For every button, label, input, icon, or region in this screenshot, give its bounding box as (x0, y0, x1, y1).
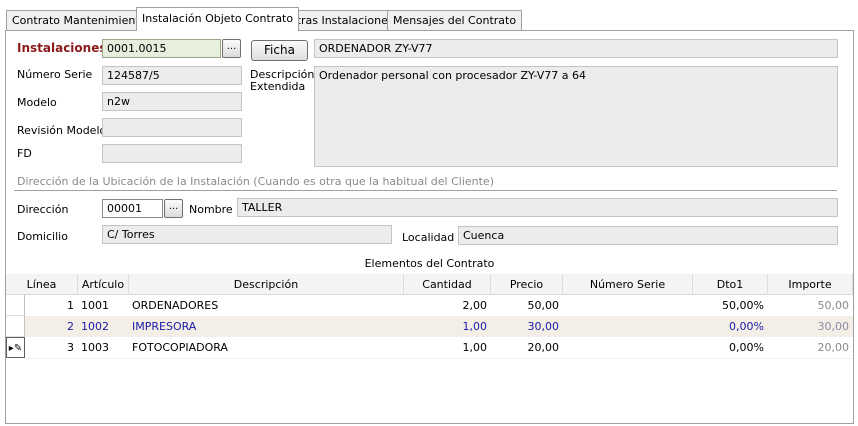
cell-importe: 30,00 (817, 320, 850, 333)
cell-articulo: 1003 (81, 341, 109, 354)
row-indicator[interactable] (6, 316, 25, 337)
modelo-input[interactable]: n2w (102, 92, 242, 111)
row-divider (25, 358, 853, 359)
fd-label: FD (17, 147, 32, 160)
cell-articulo: 1001 (81, 299, 109, 312)
cell-precio: 50,00 (527, 299, 560, 312)
nombre-input[interactable]: TALLER (237, 198, 838, 217)
tab-instalacion-objeto-contrato[interactable]: Instalación Objeto Contrato (136, 7, 300, 31)
col-dto1[interactable]: Dto1 (693, 274, 768, 295)
cell-numero-serie (563, 316, 693, 337)
cell-importe: 20,00 (817, 341, 850, 354)
descripcion-label-2: Extendida (250, 80, 306, 93)
cell-descripcion: IMPRESORA (132, 320, 197, 333)
cell-importe: 50,00 (817, 299, 850, 312)
cell-cantidad: 1,00 (462, 320, 488, 333)
numero-serie-label: Número Serie (17, 68, 93, 81)
cell-linea: 2 (67, 320, 74, 333)
col-importe[interactable]: Importe (768, 274, 853, 295)
direccion-input[interactable]: 00001 (102, 199, 163, 218)
cell-precio: 30,00 (527, 320, 560, 333)
cell-numero-serie (563, 295, 693, 316)
localidad-input[interactable]: Cuenca (458, 226, 838, 245)
section-divider (14, 190, 837, 191)
ficha-button[interactable]: Ficha (251, 40, 308, 61)
cell-cantidad: 2,00 (462, 299, 488, 312)
tab-contrato-mantenimiento[interactable]: Contrato Mantenimiento (6, 10, 153, 30)
instalaciones-input[interactable]: 0001.0015 (102, 39, 221, 58)
revision-modelo-label: Revisión Modelo (17, 124, 107, 137)
cell-numero-serie (563, 337, 693, 358)
table-row[interactable]: 1 1001 ORDENADORES 2,00 50,00 50,00% 50,… (6, 295, 853, 316)
table-row[interactable]: ▸✎ 3 1003 FOTOCOPIADORA 1,00 20,00 0,00%… (6, 337, 853, 358)
cell-linea: 1 (67, 299, 74, 312)
localidad-label: Localidad (402, 231, 455, 244)
row-indicator[interactable] (6, 295, 25, 316)
cell-articulo: 1002 (81, 320, 109, 333)
descripcion-extendida-textarea[interactable]: Ordenador personal con procesador ZY-V77… (314, 66, 838, 167)
col-descripcion[interactable]: Descripción (129, 274, 404, 295)
ubicacion-section-title: Dirección de la Ubicación de la Instalac… (17, 175, 494, 188)
cell-linea: 3 (67, 341, 74, 354)
edit-row-indicator-icon[interactable]: ▸✎ (6, 337, 25, 358)
modelo-label: Modelo (17, 96, 57, 109)
fd-input[interactable] (102, 144, 242, 163)
cell-dto1: 50,00% (722, 299, 764, 312)
direccion-lookup-button[interactable]: ... (164, 199, 183, 218)
revision-modelo-input[interactable] (102, 118, 242, 137)
cell-dto1: 0,00% (729, 320, 764, 333)
table-row[interactable]: 2 1002 IMPRESORA 1,00 30,00 0,00% 30,00 (6, 316, 853, 337)
cell-cantidad: 1,00 (462, 341, 488, 354)
grid-header: Línea Artículo Descripción Cantidad Prec… (6, 274, 853, 295)
numero-serie-input[interactable]: 124587/5 (102, 66, 242, 85)
col-cantidad[interactable]: Cantidad (404, 274, 491, 295)
nombre-label: Nombre (189, 203, 233, 216)
cell-precio: 20,00 (527, 341, 560, 354)
col-precio[interactable]: Precio (491, 274, 563, 295)
col-articulo[interactable]: Artículo (78, 274, 129, 295)
col-numero-serie[interactable]: Número Serie (563, 274, 693, 295)
tab-otras-instalaciones[interactable]: Otras Instalaciones (282, 10, 400, 30)
col-linea[interactable]: Línea (6, 274, 78, 295)
domicilio-label: Domicilio (17, 230, 68, 243)
instalaciones-label: Instalaciones (17, 41, 107, 55)
direccion-label: Dirección (17, 203, 69, 216)
nombre-instalacion-input[interactable]: ORDENADOR ZY-V77 (314, 39, 838, 58)
cell-descripcion[interactable]: FOTOCOPIADORA (129, 337, 404, 358)
cell-dto1: 0,00% (729, 341, 764, 354)
tab-mensajes-contrato[interactable]: Mensajes del Contrato (387, 10, 523, 30)
grid-title: Elementos del Contrato (364, 257, 495, 270)
instalaciones-lookup-button[interactable]: ... (222, 39, 241, 58)
cell-descripcion: ORDENADORES (132, 299, 219, 312)
domicilio-input[interactable]: C/ Torres (102, 225, 392, 244)
